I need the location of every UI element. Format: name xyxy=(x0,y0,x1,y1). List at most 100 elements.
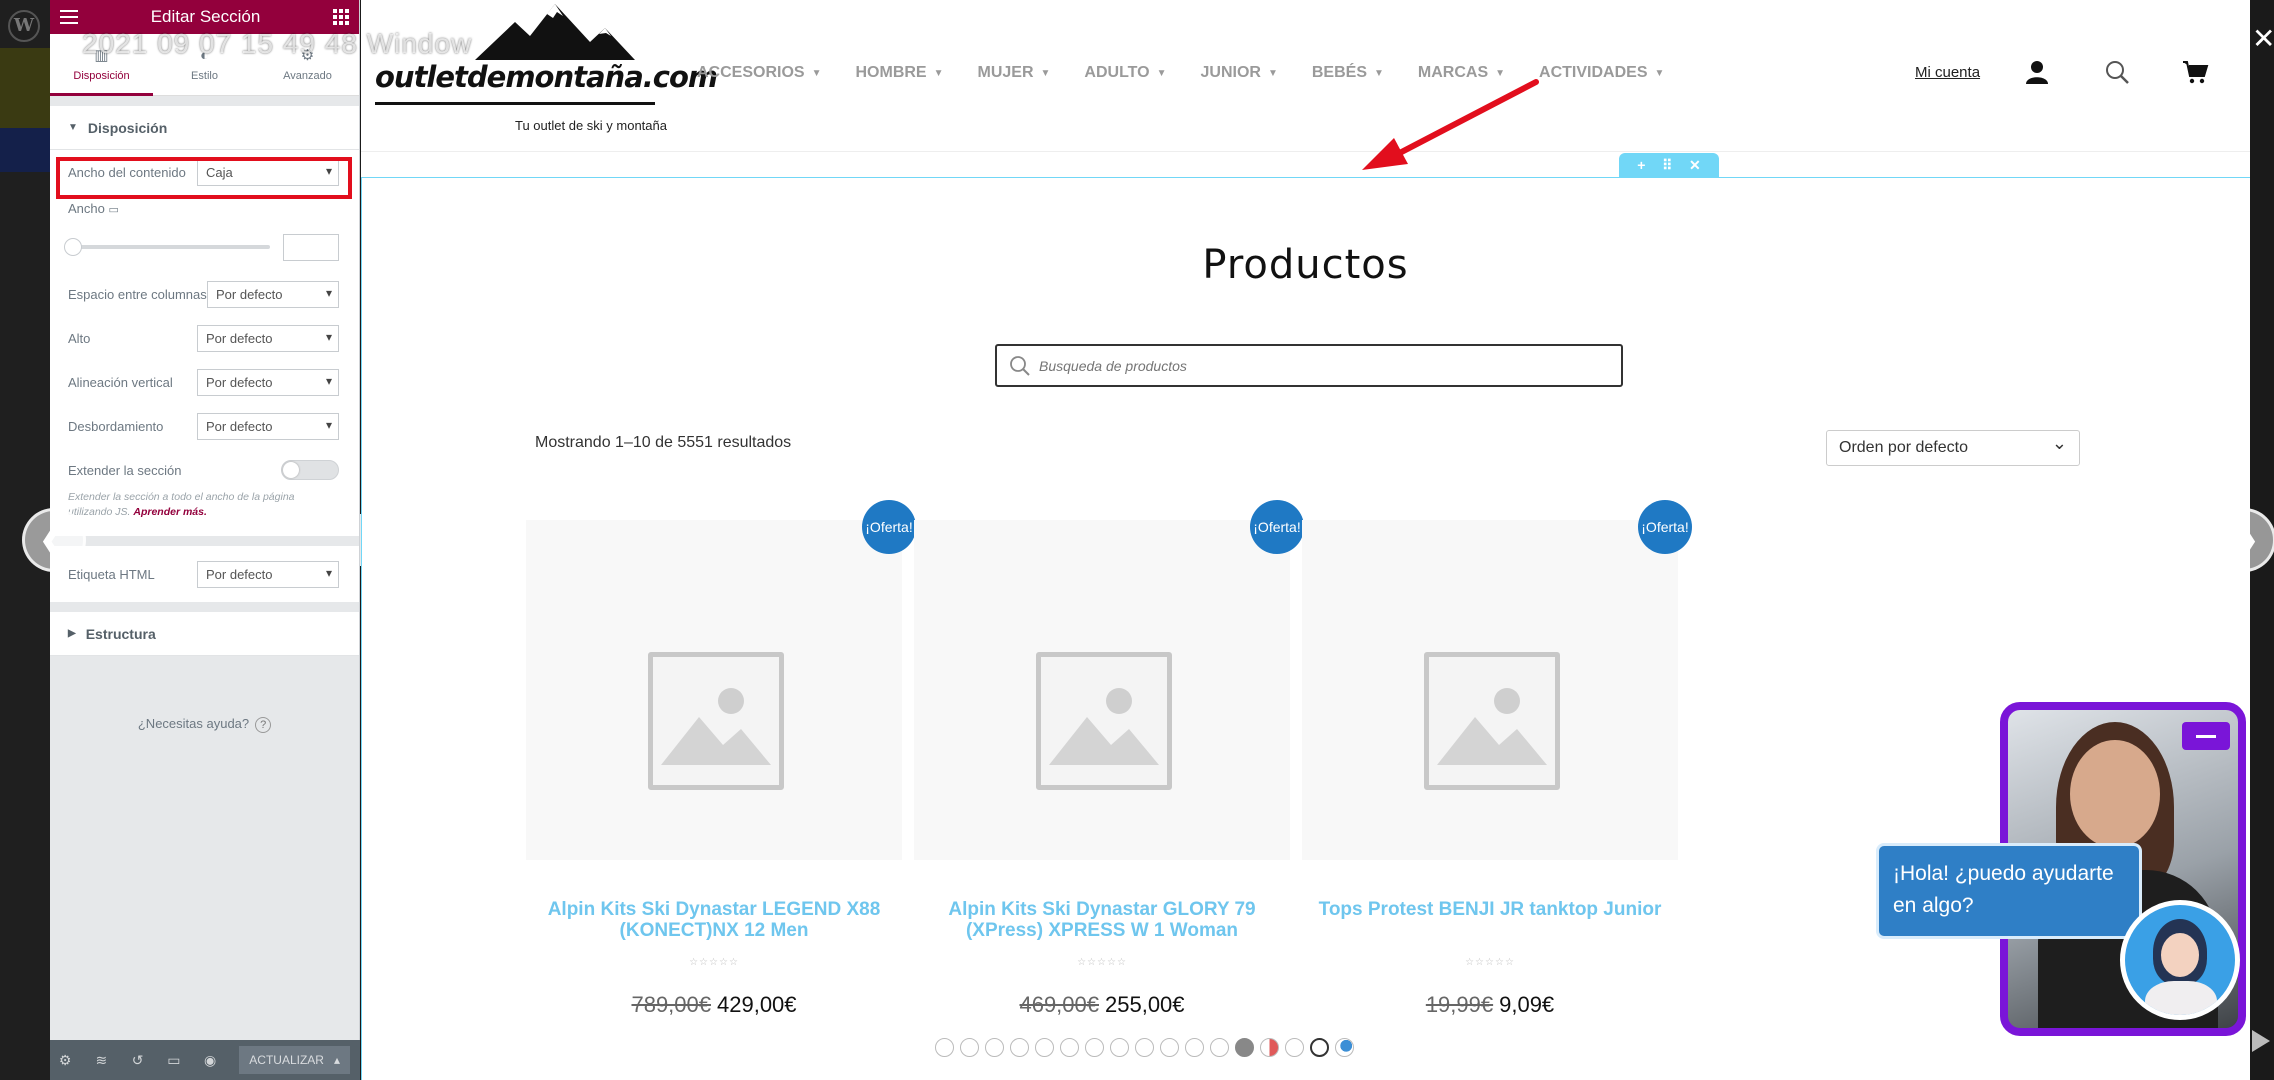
chat-avatar[interactable] xyxy=(2120,900,2240,1020)
product-image[interactable] xyxy=(914,520,1290,860)
chat-greeting-bubble[interactable]: ¡Hola! ¿puedo ayudarte en algo? xyxy=(1876,843,2142,939)
column-gap-select[interactable]: Por defecto xyxy=(207,280,339,308)
swatch[interactable] xyxy=(1335,1038,1354,1057)
product-search-input[interactable] xyxy=(1039,354,1599,378)
chevron-down-icon: ▼ xyxy=(1040,67,1051,79)
tab-advanced-label: Avanzado xyxy=(283,70,332,82)
caret-up-icon[interactable]: ▴ xyxy=(334,1053,340,1067)
swatch[interactable] xyxy=(1210,1038,1229,1057)
image-placeholder-icon xyxy=(1036,652,1172,790)
product-title[interactable]: Tops Protest BENJI JR tanktop Junior xyxy=(1302,899,1678,920)
nav-adulto[interactable]: ADULTO ▼ xyxy=(1084,64,1166,82)
vertical-align-control: Alineación vertical Por defecto xyxy=(68,360,339,404)
screenshot-root: W Editar Sección ▥ Disposición ◐ Estilo ⚙ A… xyxy=(0,0,2274,1080)
caret-right-icon: ▶ xyxy=(68,628,76,639)
swatch[interactable] xyxy=(1010,1038,1029,1057)
overflow-control: Desbordamiento Por defecto xyxy=(68,404,339,448)
drag-handle-icon[interactable]: ⠿ xyxy=(1662,157,1672,174)
nav-accesorios-label: ACCESORIOS xyxy=(697,64,805,81)
next-arrow-icon[interactable]: ❯ xyxy=(2212,508,2274,572)
nav-mujer[interactable]: MUJER ▼ xyxy=(978,64,1051,82)
settings-icon[interactable]: ⚙ xyxy=(58,1052,72,1069)
swatch[interactable] xyxy=(1310,1038,1329,1057)
swatch[interactable] xyxy=(1135,1038,1154,1057)
rating-stars: ☆☆☆☆☆ xyxy=(1077,957,1127,968)
site-header: outletdemontaña.com Tu outlet de ski y m… xyxy=(361,0,2250,152)
column-gap-control: Espacio entre columnas Por defecto xyxy=(68,272,339,316)
navigator-icon[interactable]: ≋ xyxy=(94,1052,108,1069)
responsive-icon[interactable]: ▭ xyxy=(167,1052,181,1069)
overflow-select[interactable]: Por defecto xyxy=(197,412,339,440)
close-icon[interactable]: ✕ xyxy=(2252,25,2274,53)
tab-layout-label: Disposición xyxy=(73,70,130,82)
swatch[interactable] xyxy=(1185,1038,1204,1057)
html-tag-controls: Etiqueta HTML Por defecto xyxy=(50,546,359,602)
swatch[interactable] xyxy=(1235,1038,1254,1057)
product-card[interactable]: ¡Oferta! Alpin Kits Ski Dynastar GLORY 7… xyxy=(914,500,1304,1020)
swatch[interactable] xyxy=(1035,1038,1054,1057)
product-image[interactable] xyxy=(526,520,902,860)
previous-arrow-icon[interactable]: ❮ xyxy=(22,508,86,572)
old-price: 789,00€ xyxy=(631,992,711,1017)
swatch[interactable] xyxy=(1285,1038,1304,1057)
play-icon[interactable] xyxy=(2252,1030,2270,1052)
desktop-icon[interactable]: ▭ xyxy=(109,204,119,216)
chevron-down-icon: ▼ xyxy=(1156,67,1167,79)
width-slider-row xyxy=(64,222,339,272)
stretch-toggle[interactable] xyxy=(281,460,339,480)
delete-section-icon[interactable]: ✕ xyxy=(1689,157,1701,174)
vertical-align-select[interactable]: Por defecto xyxy=(197,368,339,396)
width-slider-knob[interactable] xyxy=(64,238,82,256)
nav-accesorios[interactable]: ACCESORIOS ▼ xyxy=(697,64,821,82)
nav-junior[interactable]: JUNIOR ▼ xyxy=(1201,64,1278,82)
update-button[interactable]: ACTUALIZAR ▴ xyxy=(239,1046,350,1074)
site-logo[interactable]: outletdemontaña.com Tu outlet de ski y m… xyxy=(375,0,718,140)
html-tag-select[interactable]: Por defecto xyxy=(197,560,339,588)
section-handle[interactable]: + ⠿ ✕ xyxy=(1619,153,1719,177)
swatch[interactable] xyxy=(985,1038,1004,1057)
swatch[interactable] xyxy=(960,1038,979,1057)
orderby-select[interactable]: Orden por defecto xyxy=(1826,430,2080,466)
account-link[interactable]: Mi cuenta xyxy=(1915,64,1980,81)
product-title[interactable]: Alpin Kits Ski Dynastar GLORY 79 (XPress… xyxy=(914,899,1290,941)
structure-section-toggle[interactable]: ▶ Estructura xyxy=(50,612,359,656)
add-section-icon[interactable]: + xyxy=(1637,157,1645,173)
minimize-icon[interactable] xyxy=(2182,722,2230,750)
product-card[interactable]: ¡Oferta! Alpin Kits Ski Dynastar LEGEND … xyxy=(526,500,916,1020)
wordpress-logo-icon[interactable]: W xyxy=(8,10,40,42)
nav-hombre[interactable]: HOMBRE ▼ xyxy=(855,64,943,82)
nav-actividades[interactable]: ACTIVIDADES ▼ xyxy=(1539,64,1664,82)
swatch[interactable] xyxy=(935,1038,954,1057)
product-image[interactable] xyxy=(1302,520,1678,860)
preview-eye-icon[interactable]: ◉ xyxy=(203,1052,217,1069)
layout-section-toggle[interactable]: ▼ Disposición xyxy=(50,106,359,150)
widgets-grid-icon[interactable] xyxy=(333,9,349,25)
swatch[interactable] xyxy=(1085,1038,1104,1057)
old-price: 19,99€ xyxy=(1425,992,1494,1017)
product-card[interactable]: ¡Oferta! Tops Protest BENJI JR tanktop J… xyxy=(1302,500,1692,1020)
admin-strip-bar xyxy=(0,128,50,172)
chevron-down-icon: ▼ xyxy=(811,67,822,79)
content-width-highlight-box xyxy=(56,157,352,199)
image-placeholder-icon xyxy=(1424,652,1560,790)
height-select[interactable]: Por defecto xyxy=(197,324,339,352)
menu-icon[interactable] xyxy=(60,10,78,24)
width-slider[interactable] xyxy=(64,238,270,256)
history-icon[interactable]: ↺ xyxy=(131,1052,145,1069)
sale-badge: ¡Oferta! xyxy=(1638,500,1692,554)
help-link[interactable]: ¿Necesitas ayuda?? xyxy=(50,716,359,733)
swatch[interactable] xyxy=(1260,1038,1279,1057)
user-icon[interactable] xyxy=(2023,58,2051,86)
swatch[interactable] xyxy=(1060,1038,1079,1057)
results-count: Mostrando 1–10 de 5551 resultados xyxy=(535,434,792,451)
width-number-input[interactable] xyxy=(283,233,339,261)
search-icon[interactable] xyxy=(2103,58,2131,86)
swatch[interactable] xyxy=(1160,1038,1179,1057)
product-title[interactable]: Alpin Kits Ski Dynastar LEGEND X88 (KONE… xyxy=(526,899,902,941)
swatch[interactable] xyxy=(1110,1038,1129,1057)
cart-icon[interactable] xyxy=(2181,58,2209,86)
search-icon xyxy=(1010,356,1030,376)
height-label: Alto xyxy=(68,330,91,346)
nav-actividades-label: ACTIVIDADES xyxy=(1539,64,1648,81)
learn-more-link[interactable]: Aprender más. xyxy=(133,506,207,518)
